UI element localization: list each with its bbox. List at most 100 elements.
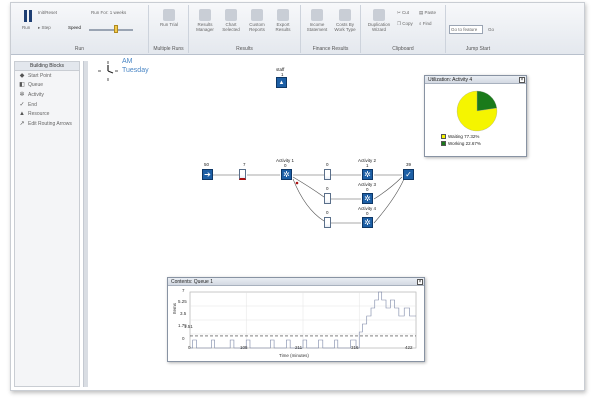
export-results-label: Export Results [275,22,291,32]
contents-window-title[interactable]: Contents: Queue 1 × [168,278,424,286]
end-node[interactable]: ✓ [403,169,414,180]
utilization-window-title[interactable]: Utilization: Activity 4 × [425,76,526,84]
find-button[interactable]: ⌕ Find [419,21,432,26]
sidebar-item-resource[interactable]: ▲ Resource [15,109,79,119]
queue2-node[interactable] [324,169,331,180]
arrow-right-icon: ➔ [204,170,211,179]
export-results-button[interactable]: Export Results [271,9,295,32]
custom-reports-button[interactable]: Custom Reports [245,9,269,32]
sidebar-item-label: End [28,101,37,108]
results-group: Results Manager Chart Selected Custom Re… [189,5,301,53]
legend-waiting: Waiting 77.32% [441,134,479,139]
activity3-node[interactable]: ✲ [362,193,373,204]
pie-slice-working [476,90,497,112]
finance-results-group: Income Statement Costs By Work Type Fina… [301,5,361,53]
speed-label: Speed [68,25,82,30]
close-icon[interactable]: × [417,279,423,285]
run-trial-label: Run Trial [159,22,178,27]
close-icon[interactable]: × [519,77,525,83]
speed-slider-thumb[interactable] [114,25,118,33]
copy-label: Copy [402,21,413,26]
chart-selected-button[interactable]: Chart Selected [219,9,243,32]
legend-swatch-waiting [441,134,446,139]
queue3-node[interactable] [324,193,331,204]
sidebar-item-start-point[interactable]: ◆ Start Point [15,71,79,81]
duplication-wizard-label: Duplication Wizard [367,22,391,32]
export-icon [277,9,289,21]
activity2-value: 1 [366,163,369,168]
queue4-node[interactable] [324,217,331,228]
x-tick: 422 [405,345,413,350]
activity1-node[interactable]: ✲ [281,169,292,180]
end-value: 39 [406,162,412,167]
resource-icon: ▲ [278,79,285,86]
run-trial-icon [163,9,175,21]
sidebar-item-activity[interactable]: ✲ Activity [15,90,79,100]
chart-selected-label: Chart Selected [222,22,240,32]
group-label-run: Run [74,46,85,52]
sidebar-item-end[interactable]: ✓ End [15,100,79,110]
gear-icon: ✲ [364,218,371,227]
group-label-jump-start: Jump Start [465,46,491,52]
legend-swatch-working [441,141,446,146]
queue1-value: 7 [243,162,246,167]
queue2-value: 0 [326,162,329,167]
clipboard-group: Duplication Wizard ✂ Cut ❐ Copy ▤ Paste … [361,5,446,53]
app-window: Run Init/Reset ▸ Step Speed Run For: 1 w… [10,2,585,391]
init-reset-button[interactable]: Init/Reset [38,10,57,15]
start-value: 50 [204,162,210,167]
results-manager-label: Results Manager [196,22,214,32]
sidebar-item-edit-routing-arrows[interactable]: ↗ Edit Routing Arrows [15,119,79,129]
group-label-clipboard: Clipboard [392,46,414,52]
x-tick: 105 [240,345,248,350]
pause-icon[interactable] [24,10,32,22]
run-trial-button[interactable]: Run Trial [159,9,179,27]
group-label-multiple-runs: Multiple Runs [153,46,184,52]
contents-window[interactable]: Contents: Queue 1 × Items Time (minutes)… [167,277,425,362]
activity2-node[interactable]: ✲ [362,169,373,180]
custom-reports-icon [251,9,263,21]
jump-start-input[interactable]: Go to feature [449,25,483,34]
sidebar-item-queue[interactable]: ◧ Queue [15,81,79,91]
results-manager-icon [199,9,211,21]
end-icon: ✓ [19,101,25,108]
step-label: Step [41,25,51,30]
duplication-wizard-button[interactable]: Duplication Wizard [365,9,393,32]
speed-slider[interactable] [89,29,133,31]
staff-resource-node[interactable]: ▲ [276,77,287,88]
custom-reports-label: Custom Reports [249,22,265,32]
wizard-icon [373,9,385,21]
y-tick: 5.25 [178,299,187,304]
legend-working: Working 22.67% [441,141,481,146]
resource-icon: ▲ [19,111,25,118]
go-button[interactable]: Go [488,27,494,32]
activity3-value: 0 [366,187,369,192]
cut-button[interactable]: ✂ Cut [397,10,409,16]
x-tick: 316 [351,345,359,350]
activity4-value: 0 [366,211,369,216]
utilization-window[interactable]: Utilization: Activity 4 × Waiting 77.32%… [424,75,527,157]
results-manager-button[interactable]: Results Manager [193,9,217,32]
building-blocks-panel: Building Blocks ◆ Start Point ◧ Queue ✲ Act… [14,61,80,387]
costs-by-work-type-label: Costs By Work Type [334,22,356,32]
copy-button[interactable]: ❐ Copy [397,21,413,27]
start-point-icon: ◆ [19,72,25,79]
queue3-value: 0 [326,186,329,191]
x-tick: 211 [295,345,303,350]
edit-routing-icon: ↗ [19,120,25,127]
model-canvas[interactable]: AM Tuesday staff 1 ▲ 50 ➔ 7 Activity 1 0… [90,58,584,389]
paste-button[interactable]: ▤ Paste [419,10,436,16]
income-statement-label: Income Statement [306,22,328,32]
activity1-value: 0 [284,163,287,168]
income-statement-button[interactable]: Income Statement [305,9,329,32]
run-for-label: Run For: 1 weeks [91,10,127,15]
costs-by-work-type-button[interactable]: Costs By Work Type [332,9,358,32]
panel-splitter[interactable] [83,61,88,387]
run-button-label[interactable]: Run [22,25,30,30]
chart-icon [225,9,237,21]
step-button[interactable]: ▸ Step [38,25,51,31]
start-point-node[interactable]: ➔ [202,169,213,180]
activity4-node[interactable]: ✲ [362,217,373,228]
queue1-node[interactable] [239,169,246,180]
gear-icon: ✲ [283,170,290,179]
